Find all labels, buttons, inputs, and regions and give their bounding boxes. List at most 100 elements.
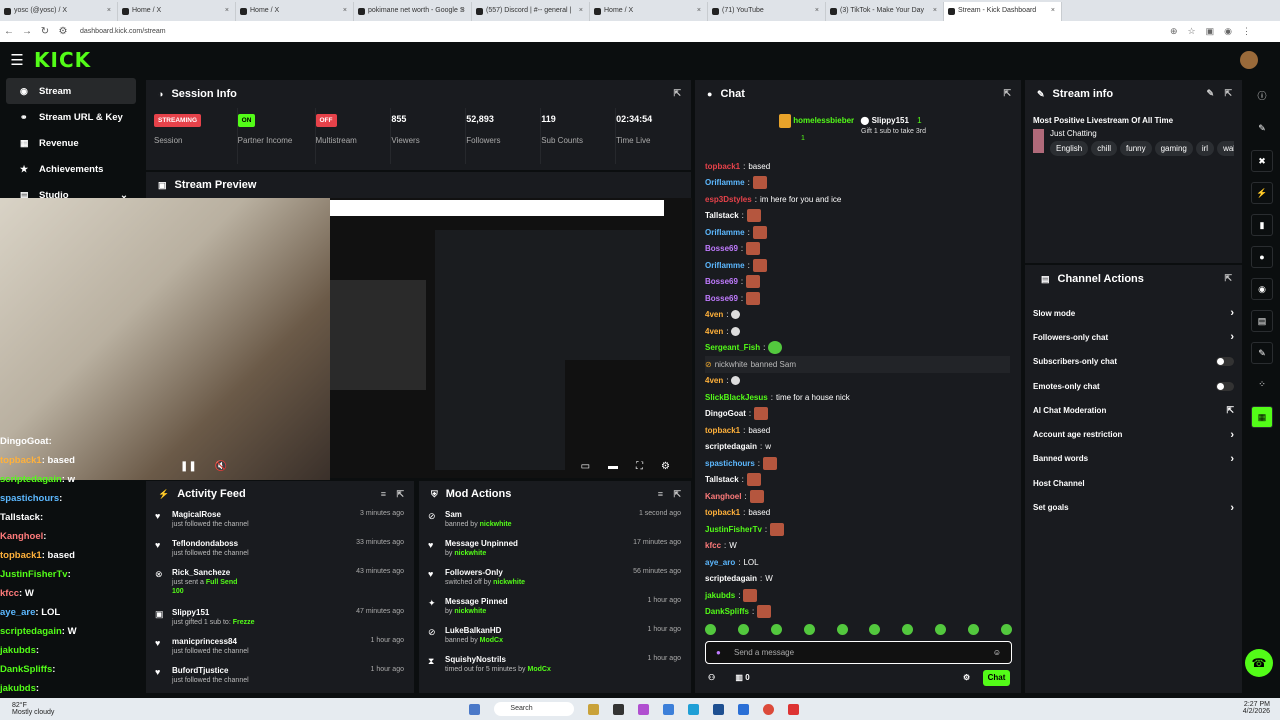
mod-action-item[interactable]: ⧗ SquishyNostrils timed out for 5 minutes … [419,652,691,681]
app-icon-3[interactable] [663,703,675,715]
app-icon-5[interactable] [738,703,750,715]
emoji-icon[interactable]: ☺ [993,648,1001,657]
rail-apps-icon[interactable]: ⁘ [1251,374,1273,396]
channel-action-item[interactable]: Set goals › [1025,495,1242,519]
popout-icon[interactable]: ⇱ [1224,273,1232,284]
pencil-icon[interactable]: ✎ [1251,118,1273,140]
close-icon[interactable]: × [461,7,465,14]
zoom-icon[interactable]: ⊕ [1170,26,1178,37]
emote-icon[interactable] [770,624,782,635]
kick-logo[interactable]: KICK [34,48,91,72]
mod-action-item[interactable]: ♥ Message Unpinned by nickwhite 17 minutes … [419,536,691,565]
toggle-switch[interactable] [1216,381,1234,391]
browser-tab[interactable]: Home / X × [118,2,236,21]
chat-message[interactable]: ⊘ nickwhite banned Sam [705,356,1010,373]
chrome-icon[interactable] [763,703,775,715]
mod-action-item[interactable]: ✦ Message Pinned by nickwhite 1 hour ago [419,594,691,623]
activity-item[interactable]: ♥ manicprincess84 just followed the channe… [146,634,414,663]
stream-tag[interactable]: wal [1217,141,1234,156]
close-icon[interactable]: × [815,7,819,14]
profile-icon[interactable]: ◉ [1224,26,1232,37]
mod-action-item[interactable]: ⊘ Sam banned by nickwhite 1 second ago [419,507,691,536]
fullscreen-icon[interactable]: ⛶ [636,461,643,472]
rail-wrench-icon[interactable]: ✎ [1251,342,1273,364]
popout-icon[interactable]: ⇱ [673,88,681,99]
url-input[interactable]: dashboard.kick.com/stream [80,28,1080,35]
chat-message[interactable]: kfcc: W [705,538,1010,555]
chat-settings-icon[interactable]: ⚙ [963,673,970,682]
activity-item[interactable]: ♥ BufordTjustice just followed the channel… [146,663,414,692]
trash-icon[interactable]: ▥ [735,673,743,682]
edit-icon[interactable]: ✎ [1206,88,1214,99]
sidebar-item-stream-url[interactable]: ⚭ Stream URL & Key [6,104,136,130]
menu-dots-icon[interactable]: ⋮ [1242,26,1251,37]
close-icon[interactable]: × [933,7,937,14]
bookmark-star-icon[interactable]: ☆ [1188,26,1196,37]
channel-action-item[interactable]: Subscribers-only chat [1025,350,1242,374]
close-icon[interactable]: × [579,7,583,14]
rail-bolt-icon[interactable]: ⚡ [1251,182,1273,204]
rail-broadcast-icon[interactable]: ◉ [1251,278,1273,300]
info-circle-icon[interactable]: ⓘ [1251,86,1273,108]
chat-message[interactable]: scriptedagain: w [705,439,1010,456]
filter-icon[interactable]: ≡ [381,489,386,499]
channel-action-item[interactable]: Followers-only chat › [1025,325,1242,349]
back-icon[interactable]: ← [0,26,18,37]
activity-item[interactable]: ▣ Slippy151 just gifted 1 sub to: Frezze 47… [146,605,414,634]
chat-message[interactable]: Tallstack: [705,472,1010,489]
theater-icon[interactable]: ▬ [608,461,618,472]
sidebar-item-revenue[interactable]: ▦ Revenue [6,130,136,156]
emote-icon[interactable] [705,624,716,635]
chat-message[interactable]: topback1: based [705,505,1010,522]
chat-message[interactable]: 4ven: [705,323,1010,340]
stream-tag[interactable]: funny [1120,141,1152,156]
rail-chat-icon[interactable]: ● [1251,246,1273,268]
popout-icon[interactable]: ⇱ [1003,88,1011,99]
app-icon-6[interactable] [788,703,800,715]
close-icon[interactable]: × [343,7,347,14]
browser-tab[interactable]: pokimane net worth - Google S × [354,2,472,21]
chat-message[interactable]: 4ven: [705,307,1010,324]
chat-message[interactable]: Kanghoel: [705,488,1010,505]
site-info-icon[interactable]: ⚙ [54,26,72,37]
settings-gear-icon[interactable]: ⚙ [661,461,670,472]
taskbar-search[interactable]: Search [494,702,575,716]
browser-tab[interactable]: Home / X × [590,2,708,21]
channel-action-item[interactable]: Account age restriction › [1025,422,1242,446]
chat-message[interactable]: Oriflamme: [705,224,1010,241]
chat-message[interactable]: Bosse69: [705,274,1010,291]
emote-icon[interactable] [968,624,979,635]
popout-icon[interactable]: ⇱ [396,489,404,500]
popout-icon[interactable]: ⇱ [673,489,681,500]
clip-icon[interactable]: ▭ [581,461,590,472]
emote-icon[interactable] [935,624,947,635]
stream-tag[interactable]: gaming [1154,141,1193,156]
close-icon[interactable]: × [107,7,111,14]
chat-message[interactable]: Oriflamme: [705,175,1010,192]
toggle-switch[interactable] [1216,357,1234,367]
chat-input[interactable]: Send a message ● ☺ [705,641,1012,664]
emote-icon[interactable] [902,624,914,635]
emote-icon[interactable] [1000,624,1012,635]
sidebar-item-achievements[interactable]: ★ Achievements [6,156,136,182]
mute-icon[interactable]: 🔇 [215,461,227,472]
activity-item[interactable]: ♥ Teflondondaboss just followed the channe… [146,536,414,565]
chat-message[interactable]: Tallstack: [705,208,1010,225]
browser-tab[interactable]: yosc (@yosc) / X × [0,2,118,21]
rail-doc-icon[interactable]: ▮ [1251,214,1273,236]
pinned-gift-banner[interactable]: homelessbieber ⬤ Slippy151 1 Gift 1 sub … [779,114,926,142]
chat-message[interactable]: Oriflamme: [705,257,1010,274]
browser-tab[interactable]: Home / X × [236,2,354,21]
mic-icon[interactable]: ● [716,648,721,657]
chat-message[interactable]: jakubds: [705,587,1010,604]
user-avatar[interactable] [1240,51,1258,69]
chat-message[interactable]: JustinFisherTv: [705,521,1010,538]
channel-action-item[interactable]: Banned words › [1025,447,1242,471]
chat-message[interactable]: DankSpliffs: [705,604,1010,621]
channel-action-item[interactable]: Emotes-only chat [1025,374,1242,398]
chat-message[interactable]: 4ven: [705,373,1010,390]
stream-tag[interactable]: English [1050,141,1089,156]
activity-item[interactable]: ⊗ Rick_Sancheze just sent a Full Send 100 43… [146,565,414,605]
channel-action-item[interactable]: Slow mode › [1025,301,1242,325]
stream-tag[interactable]: chill [1091,141,1118,156]
